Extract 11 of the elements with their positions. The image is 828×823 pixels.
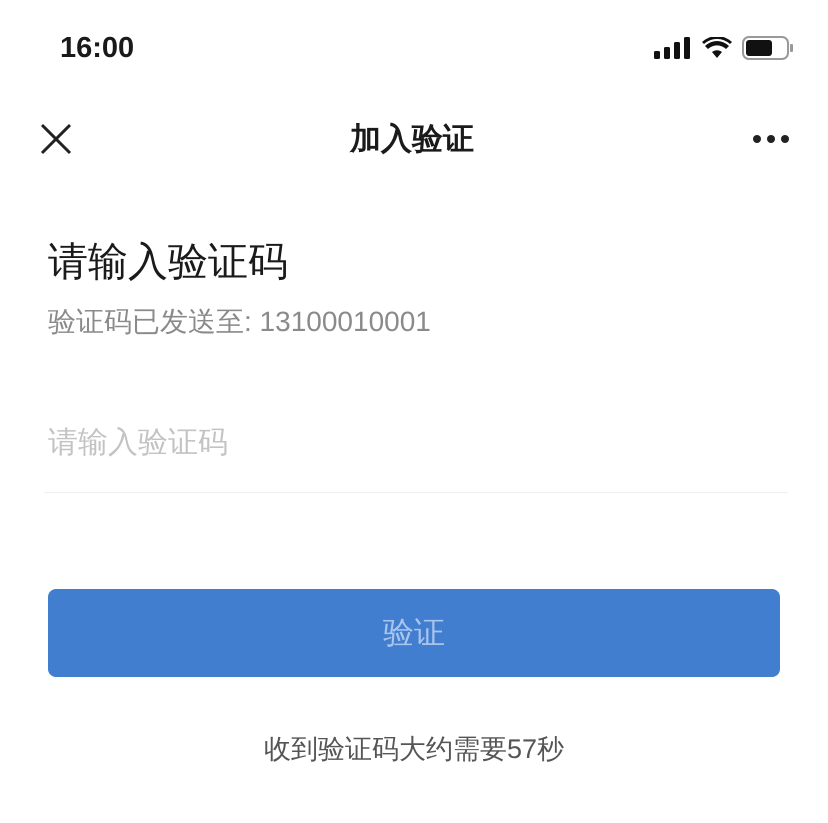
close-icon[interactable] xyxy=(40,123,72,155)
wifi-icon xyxy=(702,37,732,59)
signal-icon xyxy=(654,37,692,59)
page-title: 加入验证 xyxy=(350,120,474,158)
sent-to-text: 验证码已发送至: 13100010001 xyxy=(48,305,432,339)
countdown-text: 收到验证码大约需要57秒 xyxy=(262,733,566,766)
battery-icon xyxy=(742,36,794,60)
code-input-field[interactable]: 请输入验证码 xyxy=(44,411,788,493)
status-time: 16:00 xyxy=(60,32,134,64)
more-icon[interactable] xyxy=(752,134,790,144)
heading: 请输入验证码 xyxy=(48,239,289,286)
